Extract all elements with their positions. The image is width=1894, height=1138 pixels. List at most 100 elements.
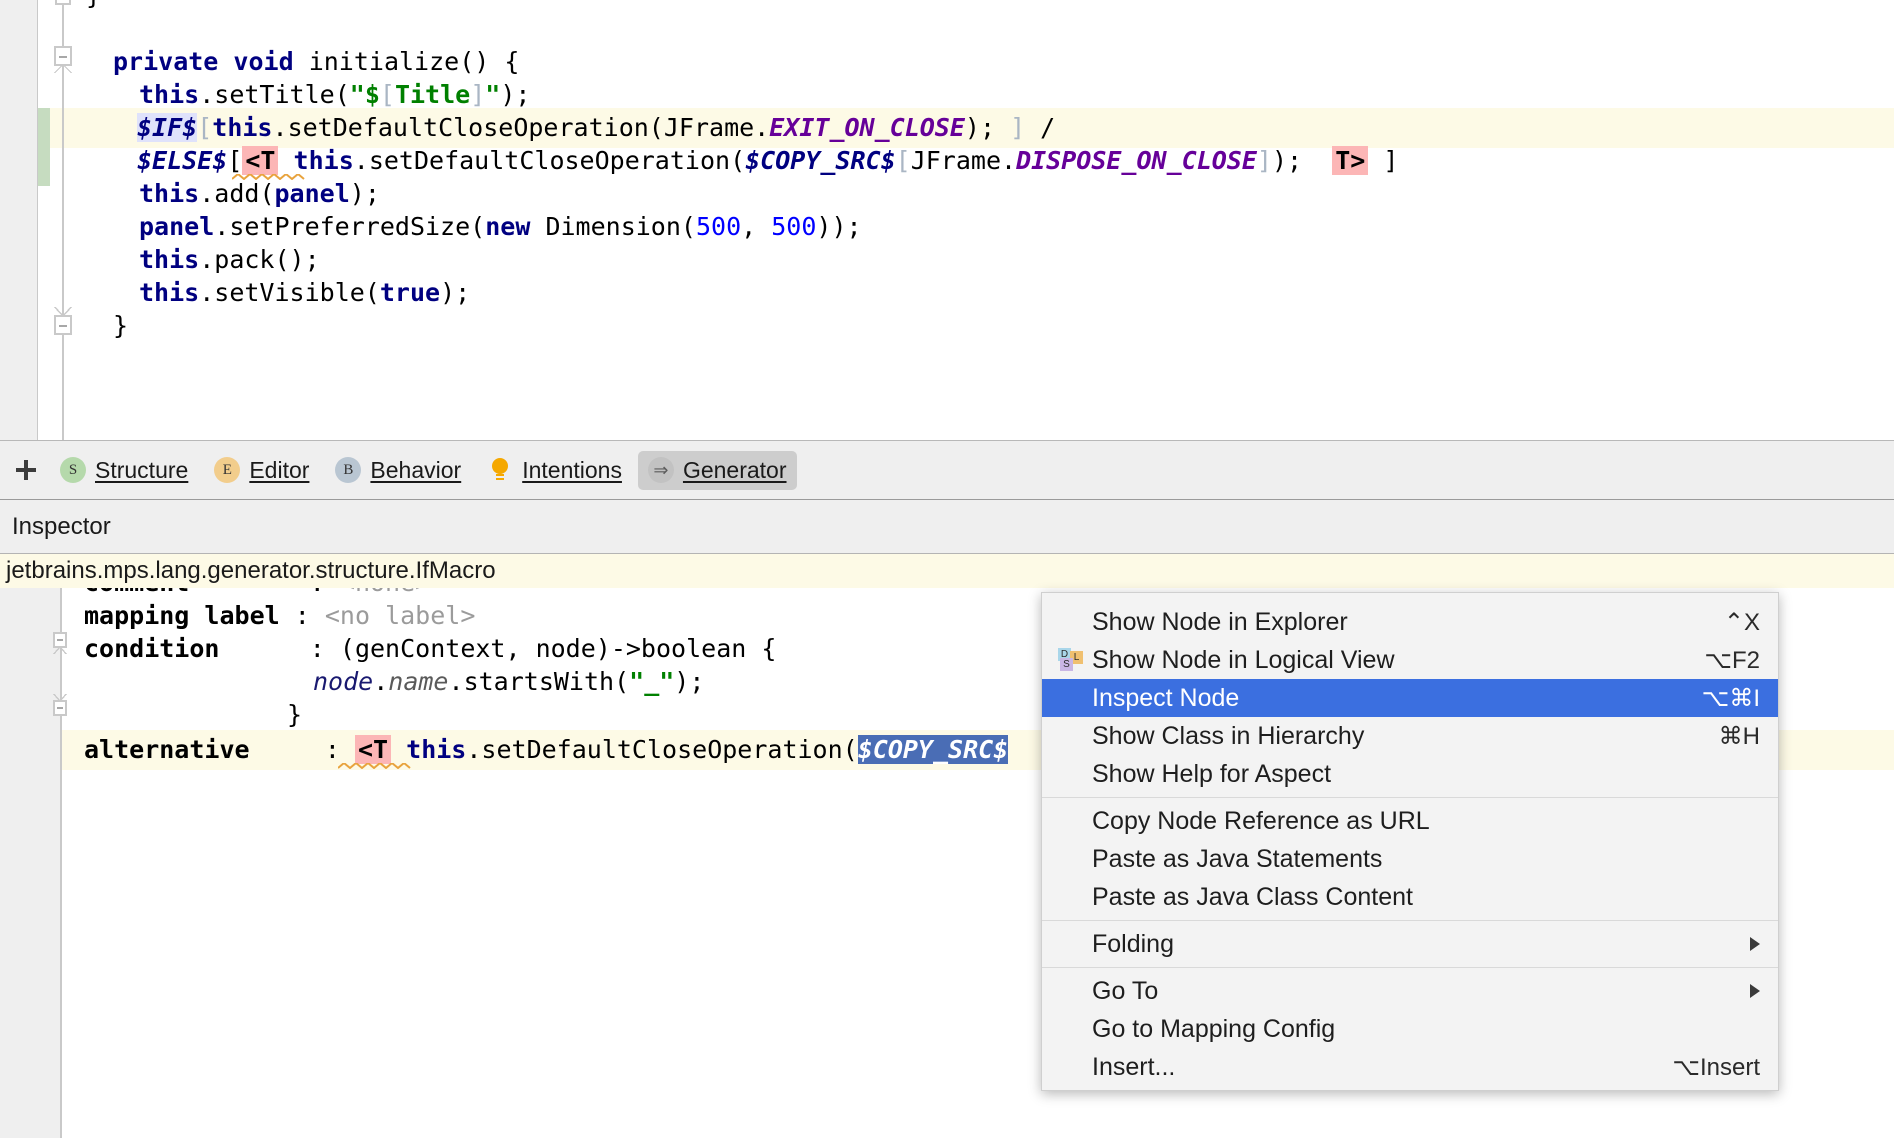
menu-item-go-to-mapping-config[interactable]: Go to Mapping Config — [1042, 1010, 1778, 1048]
code-token-else-macro[interactable]: $ELSE$ — [137, 146, 227, 175]
context-menu-group-2: Copy Node Reference as URL Paste as Java… — [1042, 798, 1778, 920]
code-token-template-close[interactable]: T> — [1332, 146, 1368, 175]
code-token-open: ( — [843, 735, 858, 764]
code-token-this: this — [294, 146, 354, 175]
inspector-fold-marker-condition[interactable] — [53, 632, 67, 648]
menu-item-paste-as-java-class-content[interactable]: Paste as Java Class Content — [1042, 878, 1778, 916]
tab-intentions[interactable]: Intentions — [477, 451, 632, 490]
code-token-open: ( — [649, 113, 664, 142]
space — [391, 735, 406, 764]
code-editor-pane[interactable]: } private void initialize() { this.setTi… — [0, 0, 1894, 440]
code-token-bracket-close: ] — [1368, 146, 1398, 175]
code-token-dot: . — [754, 113, 769, 142]
menu-item-label: Show Node in Logical View — [1092, 646, 1684, 675]
node-type-label: jetbrains.mps.lang.generator.structure.I… — [6, 557, 496, 585]
add-aspect-button[interactable] — [8, 452, 44, 488]
code-token-tail: (); — [275, 245, 320, 274]
property-name: mapping label — [84, 601, 280, 630]
property-separator: : — [325, 735, 340, 764]
code-token-name: name — [388, 667, 448, 696]
menu-item-paste-as-java-statements[interactable]: Paste as Java Statements — [1042, 840, 1778, 878]
menu-item-icon-slot — [1058, 930, 1092, 958]
tab-generator[interactable]: ⇒ Generator — [638, 451, 797, 490]
code-line-0[interactable]: } — [86, 0, 101, 16]
code-token-tail: )); — [816, 212, 861, 241]
menu-item-label: Go To — [1092, 977, 1730, 1006]
tab-behavior[interactable]: B Behavior — [325, 451, 471, 490]
code-token-dot: . — [466, 735, 481, 764]
fold-minus-icon — [59, 56, 67, 58]
menu-item-copy-node-reference-as-url[interactable]: Copy Node Reference as URL — [1042, 802, 1778, 840]
context-menu-group-3: Folding — [1042, 921, 1778, 967]
code-line-8[interactable]: this.setVisible(true); — [139, 273, 470, 313]
inspector-fold-marker-condition-end[interactable] — [53, 700, 67, 716]
menu-item-label: Paste as Java Statements — [1092, 845, 1740, 874]
inspector-gutter[interactable] — [0, 588, 61, 1138]
tab-editor[interactable]: E Editor — [204, 451, 319, 490]
menu-item-inspect-node[interactable]: Inspect Node ⌥⌘I — [1042, 679, 1778, 717]
fold-marker-method-end[interactable] — [54, 315, 72, 335]
property-name: alternative — [84, 735, 250, 764]
menu-item-show-node-in-explorer[interactable]: Show Node in Explorer ⌃X — [1042, 603, 1778, 641]
code-token-open: ( — [259, 179, 274, 208]
inspector-property-alternative[interactable]: alternative : <T this.setDefaultCloseOpe… — [84, 730, 1008, 770]
fold-minus-icon — [57, 707, 63, 709]
code-token-initialize: initialize — [309, 47, 460, 76]
context-menu[interactable]: Show Node in Explorer ⌃X D L S Show Node… — [1041, 592, 1779, 1091]
property-separator: : — [310, 634, 325, 663]
code-token-panel: panel — [139, 212, 214, 241]
chevron-right-icon — [1750, 937, 1760, 951]
menu-item-label: Paste as Java Class Content — [1092, 883, 1740, 912]
menu-item-label: Insert... — [1092, 1053, 1652, 1082]
code-token-dim-w: 500 — [696, 212, 741, 241]
code-token-dot: . — [199, 179, 214, 208]
code-token-Dimension: Dimension — [545, 212, 680, 241]
code-token-template-open[interactable]: <T — [355, 735, 391, 764]
menu-item-insert[interactable]: Insert... ⌥Insert — [1042, 1048, 1778, 1086]
code-token-bracket-open: [ — [896, 146, 911, 175]
code-token-brace: } — [86, 0, 101, 10]
inspector-condition-close: } — [287, 695, 302, 735]
arrow-right-icon: ⇒ — [648, 457, 674, 483]
code-token-open: ( — [614, 667, 629, 696]
code-token-dot: . — [199, 245, 214, 274]
tab-editor-label: Editor — [249, 457, 309, 484]
menu-item-label: Copy Node Reference as URL — [1092, 807, 1740, 836]
tab-structure[interactable]: S Structure — [50, 451, 198, 490]
code-token-if-macro[interactable]: $IF$ — [137, 113, 197, 142]
editor-gutter[interactable] — [0, 0, 38, 440]
menu-item-icon-slot — [1058, 807, 1092, 835]
code-token-void: void — [233, 47, 293, 76]
menu-item-show-node-in-logical-view[interactable]: D L S Show Node in Logical View ⌥F2 — [1042, 641, 1778, 679]
code-token-space — [278, 146, 293, 175]
fold-marker-method-start[interactable] — [54, 46, 72, 66]
code-token-this: this — [406, 735, 466, 764]
code-token-pack: pack — [214, 245, 274, 274]
menu-item-label: Go to Mapping Config — [1092, 1015, 1740, 1044]
code-line-9[interactable]: } — [113, 306, 128, 346]
fold-minus-icon — [57, 639, 63, 641]
code-token-copy-src-selected[interactable]: $COPY_SRC$ — [858, 735, 1009, 764]
code-token-copy-src-macro[interactable]: $COPY_SRC$ — [745, 146, 896, 175]
menu-item-folding[interactable]: Folding — [1042, 925, 1778, 963]
menu-item-go-to[interactable]: Go To — [1042, 972, 1778, 1010]
code-token-template-open[interactable]: <T — [242, 146, 278, 175]
code-token-bracket-close: ] — [470, 80, 485, 109]
tab-behavior-label: Behavior — [370, 457, 461, 484]
code-token-jframe: JFrame — [911, 146, 1001, 175]
property-value[interactable]: (genContext, node)->boolean { — [340, 634, 777, 663]
code-token-private: private — [113, 47, 218, 76]
property-pad — [280, 601, 295, 630]
code-token-node: node — [313, 667, 373, 696]
code-token-title-placeholder[interactable]: Title — [395, 80, 470, 109]
property-value[interactable]: <no label> — [325, 601, 476, 630]
menu-item-show-class-in-hierarchy[interactable]: Show Class in Hierarchy ⌘H — [1042, 717, 1778, 755]
code-token-this: this — [139, 245, 199, 274]
code-token-open: ( — [335, 80, 350, 109]
menu-item-show-help-for-aspect[interactable]: Show Help for Aspect — [1042, 755, 1778, 793]
code-token-paren: () { — [459, 47, 519, 76]
dsl-node-icon: D L S — [1058, 648, 1084, 672]
inspector-condition-body[interactable]: node.name.startsWith("_"); — [313, 662, 704, 702]
menu-item-shortcut: ⌘H — [1719, 722, 1760, 751]
code-token-tail: ); — [350, 179, 380, 208]
